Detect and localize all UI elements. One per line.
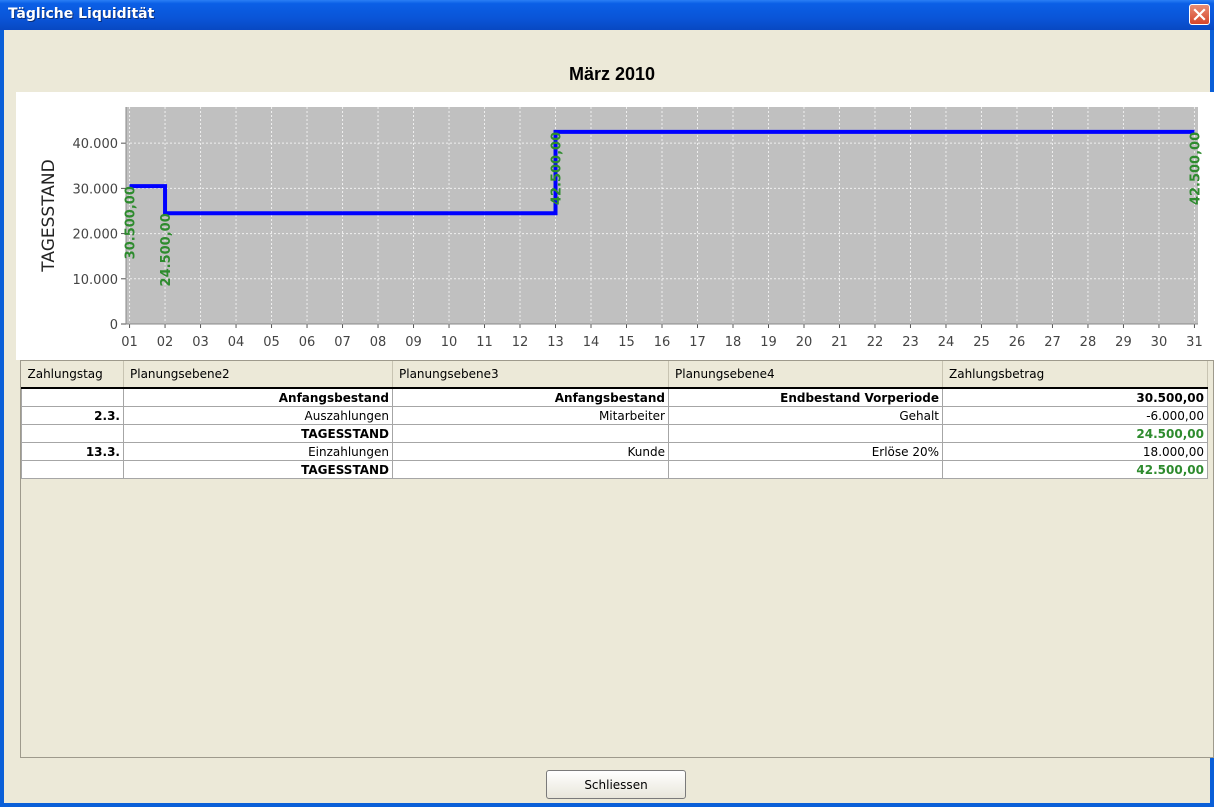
- x-tick-label: 11: [476, 335, 493, 350]
- column-header-planungsebene4[interactable]: Planungsebene4: [668, 361, 943, 389]
- y-tick-label: 10.000: [73, 273, 119, 288]
- cell-planungsebene3[interactable]: Anfangsbestand: [392, 387, 669, 407]
- y-axis-label: TAGESSTAND: [39, 159, 59, 272]
- month-header: März 2010: [14, 58, 1210, 92]
- cell-zahlungstag[interactable]: 2.3.: [21, 406, 124, 425]
- data-label: 30.500,00: [124, 186, 139, 259]
- x-tick-label: 13: [547, 335, 564, 350]
- title-bar[interactable]: Tägliche Liquidität: [0, 0, 1214, 30]
- cell-planungsebene2[interactable]: Auszahlungen: [123, 406, 393, 425]
- cell-planungsebene4[interactable]: Gehalt: [668, 406, 943, 425]
- cell-zahlungsbetrag[interactable]: 30.500,00: [942, 387, 1208, 407]
- cell-planungsebene2[interactable]: Anfangsbestand: [123, 387, 393, 407]
- x-tick-label: 17: [689, 335, 706, 350]
- y-tick-label: 40.000: [73, 137, 119, 152]
- x-tick-label: 29: [1115, 335, 1132, 350]
- x-tick-label: 26: [1009, 335, 1026, 350]
- payments-table: Zahlungstag Planungsebene2 Planungsebene…: [21, 361, 1208, 479]
- table-row[interactable]: 13.3. Einzahlungen Kunde Erlöse 20% 18.0…: [21, 442, 1208, 461]
- x-tick-label: 31: [1186, 335, 1203, 350]
- y-tick-label: 30.000: [73, 182, 119, 197]
- column-header-planungsebene3[interactable]: Planungsebene3: [392, 361, 669, 389]
- liquidity-chart: 0 10.000 20.000 30.000 40.000 01 02 03 04 05 06 07 0…: [39, 107, 1203, 350]
- x-tick-label: 05: [263, 335, 280, 350]
- x-tick-label: 18: [725, 335, 742, 350]
- cell-zahlungstag[interactable]: [21, 460, 124, 479]
- x-tick-label: 24: [938, 335, 955, 350]
- dialog-window: Tägliche Liquidität März 2010 0 10.000 20.…: [0, 0, 1214, 807]
- x-tick-label: 19: [760, 335, 777, 350]
- payments-table-container: Zahlungstag Planungsebene2 Planungsebene…: [20, 360, 1214, 758]
- table-row[interactable]: 2.3. Auszahlungen Mitarbeiter Gehalt -6.…: [21, 406, 1208, 425]
- month-title: März 2010: [568, 64, 656, 84]
- cell-zahlungsbetrag[interactable]: -6.000,00: [942, 406, 1208, 425]
- dialog-footer: Schliessen: [4, 758, 1210, 803]
- cell-zahlungstag[interactable]: [21, 424, 124, 443]
- x-tick-label: 23: [902, 335, 919, 350]
- x-tick-label: 02: [157, 335, 174, 350]
- chart-panel: 0 10.000 20.000 30.000 40.000 01 02 03 04 05 06 07 0…: [16, 92, 1214, 360]
- cell-zahlungstag[interactable]: 13.3.: [21, 442, 124, 461]
- x-tick-label: 28: [1080, 335, 1097, 350]
- x-tick-label: 10: [441, 335, 458, 350]
- x-tick-label: 25: [973, 335, 990, 350]
- data-label: 42.500,00: [1188, 132, 1203, 205]
- x-tick-label: 21: [831, 335, 848, 350]
- x-tick-label: 22: [867, 335, 884, 350]
- cell-planungsebene2[interactable]: TAGESSTAND: [123, 460, 393, 479]
- y-tick-label: 20.000: [73, 228, 119, 243]
- cell-zahlungstag[interactable]: [21, 387, 124, 407]
- cell-planungsebene2[interactable]: TAGESSTAND: [123, 424, 393, 443]
- x-tick-label: 20: [796, 335, 813, 350]
- x-tick-label: 03: [192, 335, 209, 350]
- x-tick-label: 08: [370, 335, 387, 350]
- x-tick-label: 07: [334, 335, 351, 350]
- x-tick-label: 15: [618, 335, 635, 350]
- table-row[interactable]: TAGESSTAND 42.500,00: [21, 460, 1208, 479]
- x-tick-label: 01: [121, 335, 138, 350]
- column-header-zahlungsbetrag[interactable]: Zahlungsbetrag: [942, 361, 1208, 389]
- column-header-planungsebene2[interactable]: Planungsebene2: [123, 361, 393, 389]
- cell-planungsebene3[interactable]: [392, 460, 669, 479]
- cell-planungsebene3[interactable]: Mitarbeiter: [392, 406, 669, 425]
- cell-planungsebene4[interactable]: Endbestand Vorperiode: [668, 387, 943, 407]
- cell-zahlungsbetrag[interactable]: 24.500,00: [942, 424, 1208, 443]
- y-tick-label: 0: [110, 318, 118, 333]
- x-tick-label: 27: [1044, 335, 1061, 350]
- cell-planungsebene4[interactable]: [668, 424, 943, 443]
- x-tick-label: 12: [512, 335, 529, 350]
- x-tick-label: 16: [654, 335, 671, 350]
- data-label: 42.500,00: [550, 132, 565, 205]
- cell-planungsebene3[interactable]: Kunde: [392, 442, 669, 461]
- table-row[interactable]: TAGESSTAND 24.500,00: [21, 424, 1208, 443]
- cell-planungsebene4[interactable]: Erlöse 20%: [668, 442, 943, 461]
- table-row[interactable]: Anfangsbestand Anfangsbestand Endbestand…: [21, 387, 1208, 407]
- close-button[interactable]: Schliessen: [546, 770, 686, 799]
- column-header-zahlungstag[interactable]: Zahlungstag: [21, 361, 124, 389]
- x-tick-label: 04: [228, 335, 245, 350]
- x-tick-label: 06: [299, 335, 316, 350]
- cell-planungsebene4[interactable]: [668, 460, 943, 479]
- cell-planungsebene3[interactable]: [392, 424, 669, 443]
- cell-zahlungsbetrag[interactable]: 42.500,00: [942, 460, 1208, 479]
- close-icon[interactable]: [1189, 4, 1210, 25]
- window-title: Tägliche Liquidität: [8, 6, 155, 22]
- x-tick-label: 09: [405, 335, 422, 350]
- table-header-row: Zahlungstag Planungsebene2 Planungsebene…: [21, 361, 1208, 389]
- cell-planungsebene2[interactable]: Einzahlungen: [123, 442, 393, 461]
- x-tick-label: 14: [583, 335, 600, 350]
- data-label: 24.500,00: [159, 213, 174, 286]
- cell-zahlungsbetrag[interactable]: 18.000,00: [942, 442, 1208, 461]
- x-tick-label: 30: [1151, 335, 1168, 350]
